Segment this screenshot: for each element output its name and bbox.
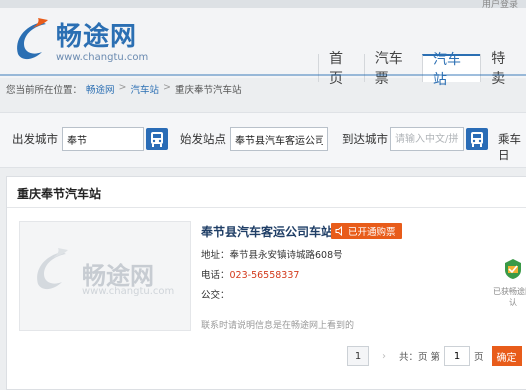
breadcrumb-sep: >	[118, 82, 127, 93]
photo-url: www.changtu.com	[82, 286, 175, 297]
breadcrumb-home[interactable]: 畅途网	[86, 82, 115, 96]
station-name[interactable]: 奉节县汽车客运公司车站	[201, 223, 333, 240]
breadcrumb-prefix: 您当前所在位置：	[6, 85, 83, 96]
page-unit: 页	[474, 352, 484, 363]
station-address: 地址：奉节县永安镇诗城路608号	[201, 250, 343, 261]
logo-placeholder-icon	[37, 248, 68, 290]
site-logo[interactable]: 畅途网 www.changtu.com	[12, 16, 162, 72]
search-bar: 出发城市 始发站点 到达城市 乘车日	[0, 112, 526, 168]
station-panel: 重庆奉节汽车站 畅途网 www.changtu.com 奉节县汽车客运公司车站 …	[6, 176, 526, 390]
page-total: 共：页 第	[399, 352, 441, 363]
breadcrumb-sep: >	[163, 82, 171, 93]
bus-select-button[interactable]	[146, 128, 168, 150]
nav-bus-stations[interactable]: 汽车站	[422, 52, 481, 88]
bus-icon	[151, 132, 163, 147]
page-input[interactable]	[444, 346, 471, 366]
phone-label: 电话：	[201, 270, 230, 281]
breadcrumb: 您当前所在位置： 畅途网 > 汽车站 > 重庆奉节汽车站	[6, 82, 242, 96]
phone-row: 电话：023-56558337	[201, 267, 299, 281]
page-next-icon[interactable]: ›	[373, 346, 395, 366]
nav-bus-tickets[interactable]: 汽车票	[363, 51, 422, 87]
to-city-label: 到达城市	[342, 132, 388, 146]
brand-url: www.changtu.com	[56, 52, 149, 63]
to-city-input[interactable]	[390, 127, 464, 151]
certified-seal-icon	[505, 259, 521, 279]
panel-title: 重庆奉节汽车站	[17, 187, 102, 201]
station-input[interactable]	[230, 127, 328, 151]
nav-specials[interactable]: 特卖	[480, 51, 526, 87]
logo-swoosh-icon	[17, 18, 48, 60]
ticketing-badge[interactable]: 已开通购票	[331, 223, 402, 239]
date-label: 乘车日	[498, 132, 521, 162]
breadcrumb-stations[interactable]: 汽车站	[131, 82, 160, 96]
contact-note: 联系时请说明信息是在畅途网上看到的	[201, 321, 355, 331]
ticketing-badge-label: 已开通购票	[348, 227, 396, 238]
nav-underline	[0, 74, 526, 76]
from-city-input[interactable]	[62, 127, 144, 151]
bus-info: 公交：	[201, 290, 230, 301]
station-photo: 畅途网 www.changtu.com	[19, 221, 191, 331]
breadcrumb-current: 重庆奉节汽车站	[174, 85, 242, 96]
pagination: 1 › 共：页 第 页 确定	[347, 345, 522, 367]
bus-icon	[471, 132, 483, 147]
station-label: 始发站点	[180, 132, 226, 146]
nav-home[interactable]: 首页	[318, 51, 364, 87]
verified-badge: 已获畅途网认	[493, 257, 526, 308]
speaker-icon	[335, 226, 342, 236]
brand-name: 畅途网	[56, 22, 138, 52]
main-nav: 首页 汽车票 汽车站 特卖	[318, 51, 526, 88]
divider	[7, 207, 526, 208]
page-current[interactable]: 1	[347, 346, 369, 366]
page-go-button[interactable]: 确定	[491, 346, 522, 366]
verified-badge-label: 已获畅途网认	[493, 287, 526, 307]
site-header: 畅途网 www.changtu.com 首页 汽车票 汽车站 特卖	[0, 8, 526, 88]
top-strip: 用户登录	[0, 0, 526, 10]
phone-number: 023-56558337	[229, 270, 300, 281]
from-city-label: 出发城市	[12, 132, 58, 146]
bus-select-button[interactable]	[466, 128, 488, 150]
